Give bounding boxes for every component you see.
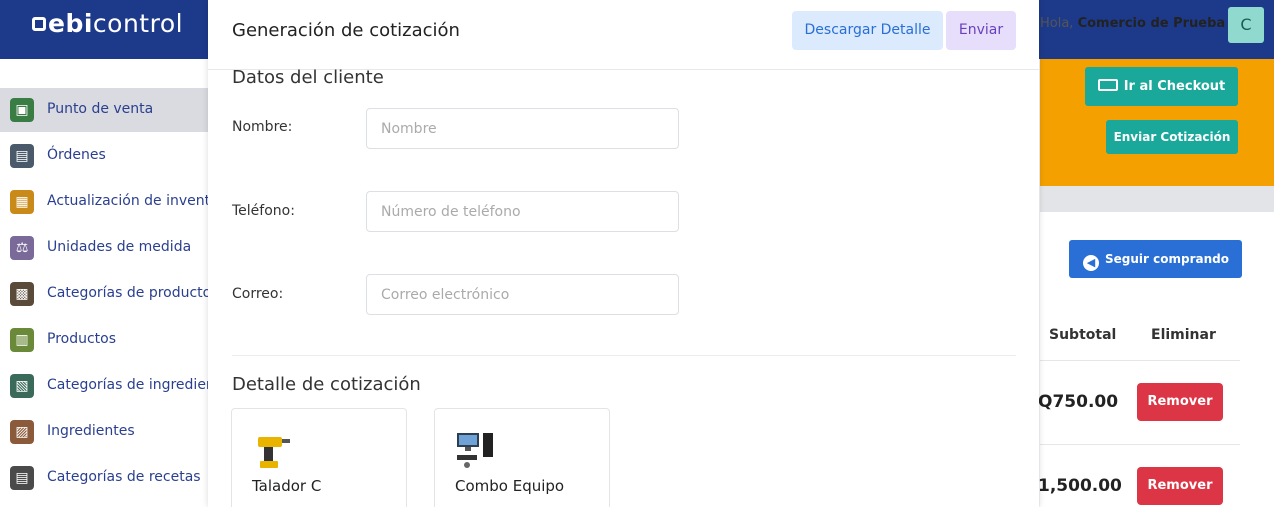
brand-logo[interactable]: ebicontrol: [32, 9, 183, 38]
phone-input[interactable]: [366, 191, 679, 232]
continue-shopping-button[interactable]: ◀ Seguir comprando: [1069, 240, 1242, 278]
drill-icon: [258, 437, 290, 468]
modal-header: Generación de cotización Descargar Detal…: [208, 0, 1039, 70]
ingredients-icon: ▨: [10, 420, 34, 444]
remove-button[interactable]: Remover: [1137, 467, 1223, 505]
sidebar-item-productos[interactable]: ▥ Productos: [0, 318, 212, 362]
sidebar-item-categorias-productos[interactable]: ▩ Categorías de productos: [0, 272, 219, 316]
sidebar-item-ingredientes[interactable]: ▨ Ingredientes: [0, 410, 212, 454]
inventory-icon: ▦: [10, 190, 34, 214]
sidebar-item-inventario[interactable]: ▦ Actualización de inventario: [0, 180, 237, 224]
ingredient-categories-icon: ▧: [10, 374, 34, 398]
name-input[interactable]: [366, 108, 679, 149]
user-greeting: Hola, Comercio de Prueba: [1040, 16, 1226, 31]
arrow-left-icon: ◀: [1083, 255, 1099, 271]
products-icon: ▥: [10, 328, 34, 352]
modal-title: Generación de cotización: [232, 20, 460, 41]
computer-icon: [457, 433, 493, 468]
sidebar-item-punto-de-venta[interactable]: ▣ Punto de venta: [0, 88, 212, 132]
client-section-title: Datos del cliente: [232, 67, 384, 88]
column-remove: Eliminar: [1151, 327, 1216, 343]
product-categories-icon: ▩: [10, 282, 34, 306]
product-card[interactable]: Talador C: [231, 408, 407, 507]
cash-icon: [1097, 79, 1118, 91]
separator-strip: [1040, 186, 1274, 212]
email-input[interactable]: [366, 274, 679, 315]
quote-modal: Generación de cotización Descargar Detal…: [208, 0, 1039, 507]
column-subtotal: Subtotal: [1049, 327, 1117, 343]
row-divider: [1040, 360, 1240, 361]
row-divider: [1040, 444, 1240, 445]
detail-section-title: Detalle de cotización: [232, 374, 421, 395]
user-name[interactable]: Comercio de Prueba: [1078, 16, 1226, 31]
send-quote-button[interactable]: Enviar Cotización: [1106, 120, 1238, 154]
sidebar-item-categorias-ingredientes[interactable]: ▧ Categorías de ingredientes: [0, 364, 236, 408]
sidebar-item-categorias-recetas[interactable]: ▤ Categorías de recetas: [0, 456, 212, 500]
sidebar-item-ordenes[interactable]: ▤ Órdenes: [0, 134, 212, 178]
sidebar: ▣ Punto de venta ▤ Órdenes ▦ Actualizaci…: [0, 59, 237, 507]
recipe-categories-icon: ▤: [10, 466, 34, 490]
send-button[interactable]: Enviar: [946, 11, 1016, 50]
avatar[interactable]: C: [1228, 7, 1264, 43]
scale-icon: ⚖: [10, 236, 34, 260]
name-label: Nombre:: [232, 119, 293, 135]
logo-mark-icon: [32, 17, 46, 31]
orders-icon: ▤: [10, 144, 34, 168]
row-subtotal: 1,500.00: [1038, 476, 1122, 496]
row-subtotal: Q750.00: [1038, 392, 1119, 412]
sidebar-item-unidades[interactable]: ⚖ Unidades de medida: [0, 226, 212, 270]
cash-register-icon: ▣: [10, 98, 34, 122]
product-name: Combo Equipo: [455, 477, 565, 495]
product-card[interactable]: Combo Equipo: [434, 408, 610, 507]
checkout-button[interactable]: Ir al Checkout: [1085, 67, 1238, 106]
remove-button[interactable]: Remover: [1137, 383, 1223, 421]
product-name: Talador C: [252, 477, 322, 495]
download-detail-button[interactable]: Descargar Detalle: [792, 11, 943, 50]
email-label: Correo:: [232, 286, 284, 302]
section-divider: [232, 355, 1016, 356]
phone-label: Teléfono:: [232, 203, 295, 219]
